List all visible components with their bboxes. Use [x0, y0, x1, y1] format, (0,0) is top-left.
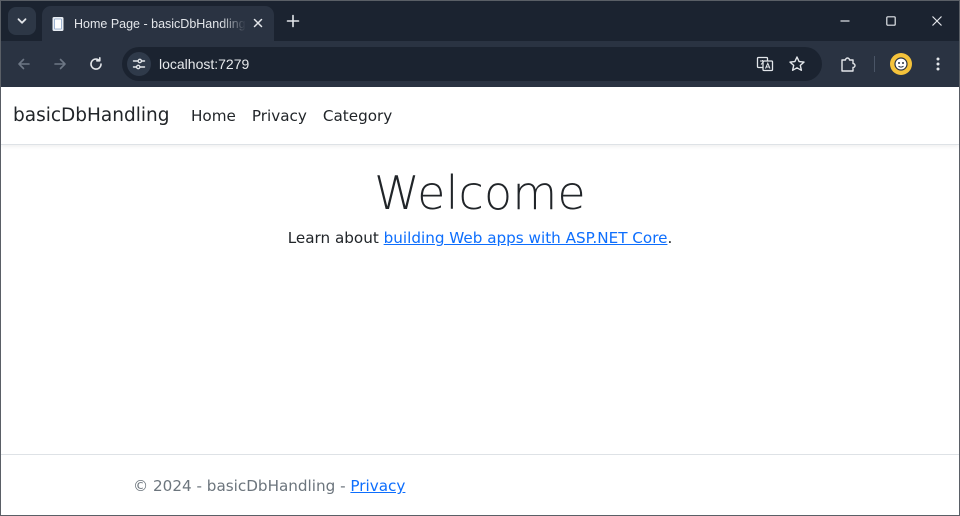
forward-arrow-icon [54, 58, 66, 70]
window-close-icon [932, 16, 942, 26]
footer-privacy-link[interactable]: Privacy [350, 477, 405, 495]
aspnet-docs-link[interactable]: building Web apps with ASP.NET Core [384, 229, 668, 247]
back-arrow-icon [18, 58, 30, 70]
new-tab-button[interactable] [282, 10, 304, 32]
hero-lead: Learn about [287, 229, 384, 247]
address-bar[interactable]: localhost:7279 [122, 47, 822, 81]
reload-button[interactable] [84, 52, 108, 76]
more-menu-button[interactable] [926, 52, 950, 76]
page-title: Welcome [374, 166, 586, 220]
window-close-button[interactable] [925, 9, 949, 33]
hero-text: Learn about building Web apps with ASP.N… [1, 229, 959, 247]
extensions-button[interactable] [836, 52, 860, 76]
toolbar-separator [874, 56, 875, 72]
site-info-button[interactable] [127, 52, 151, 76]
hero-trail: . [667, 229, 673, 247]
nav-links: Home Privacy Category [191, 107, 392, 125]
translate-button[interactable] [755, 54, 775, 74]
avatar-icon [894, 57, 908, 71]
navbar-brand[interactable]: basicDbHandling [13, 105, 169, 126]
reload-icon [90, 57, 102, 70]
main-content: Welcome Learn about building Web apps wi… [1, 165, 959, 247]
minimize-icon [840, 20, 850, 22]
minimize-button[interactable] [833, 9, 857, 33]
browser-toolbar: localhost:7279 [1, 41, 959, 87]
forward-button[interactable] [48, 52, 72, 76]
active-tab[interactable]: Home Page - basicDbHandling [42, 6, 274, 41]
footer-copyright: © 2024 - basicDbHandling - [133, 477, 351, 495]
site-footer: © 2024 - basicDbHandling - Privacy [1, 454, 959, 515]
nav-link-home[interactable]: Home [191, 107, 236, 125]
footer-text: © 2024 - basicDbHandling - Privacy [133, 477, 405, 495]
translate-icon [756, 56, 774, 72]
close-icon [253, 18, 263, 28]
profile-avatar[interactable] [890, 53, 912, 75]
tab-close-button[interactable] [250, 15, 266, 31]
nav-link-privacy[interactable]: Privacy [252, 107, 307, 125]
site-info-icon [132, 58, 146, 70]
url-text[interactable]: localhost:7279 [159, 56, 249, 72]
tab-search-button[interactable] [8, 7, 36, 35]
extensions-icon [841, 57, 856, 72]
star-icon [789, 56, 805, 71]
nav-link-category[interactable]: Category [323, 107, 392, 125]
back-button[interactable] [12, 52, 36, 76]
tab-strip: Home Page - basicDbHandling [1, 1, 959, 41]
site-navbar: basicDbHandling Home Privacy Category [1, 87, 959, 145]
more-vert-icon [936, 57, 940, 71]
tab-title: Home Page - basicDbHandling [74, 16, 246, 31]
maximize-icon [886, 16, 896, 26]
web-page: basicDbHandling Home Privacy Category We… [1, 87, 959, 515]
chevron-down-icon [17, 18, 27, 24]
maximize-button[interactable] [879, 9, 903, 33]
plus-icon [286, 14, 300, 28]
bookmark-star-button[interactable] [787, 54, 807, 74]
favicon-icon [52, 16, 64, 31]
